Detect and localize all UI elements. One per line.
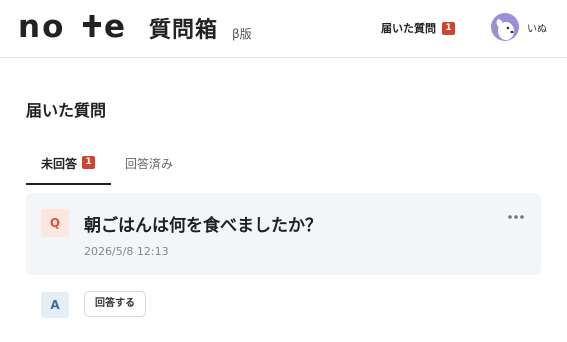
question-text: 朝ごはんは何を食べましたか？ xyxy=(84,216,322,236)
answer-button[interactable]: 回答する xyxy=(84,291,146,317)
received-count-badge: 1 xyxy=(442,21,455,35)
app-header: no e 質問箱 β版 届いた質問 1 いぬ xyxy=(0,0,567,58)
page-title: 届いた質問 xyxy=(26,101,107,120)
answer-marker: A xyxy=(41,292,69,318)
question-marker: Q xyxy=(41,209,69,237)
tab-unanswered-label: 未回答 xyxy=(41,157,78,171)
avatar[interactable] xyxy=(491,13,519,41)
beta-label: β版 xyxy=(232,27,252,41)
received-questions-link[interactable]: 届いた質問 1 xyxy=(381,19,455,37)
question-date: 2026/5/8 12:13 xyxy=(84,245,169,258)
avatar-dog-icon xyxy=(491,13,519,41)
received-questions-label: 届いた質問 xyxy=(381,22,436,35)
note-logo[interactable]: no e xyxy=(18,11,130,41)
tab-answered-label: 回答済み xyxy=(125,157,174,171)
tab-answered[interactable]: 回答済み xyxy=(125,143,195,185)
question-card: Q 朝ごはんは何を食べましたか？ 2026/5/8 12:13 xyxy=(26,193,541,275)
svg-text:e: e xyxy=(104,11,125,41)
username: いぬ xyxy=(527,24,547,35)
product-name: 質問箱 xyxy=(149,18,219,43)
svg-text:no: no xyxy=(18,11,65,41)
tab-unanswered[interactable]: 未回答 1 xyxy=(26,143,111,185)
unanswered-count-badge: 1 xyxy=(82,156,96,169)
question-tabs: 未回答 1 回答済み xyxy=(26,143,541,185)
more-horizontal-icon[interactable] xyxy=(506,212,526,222)
